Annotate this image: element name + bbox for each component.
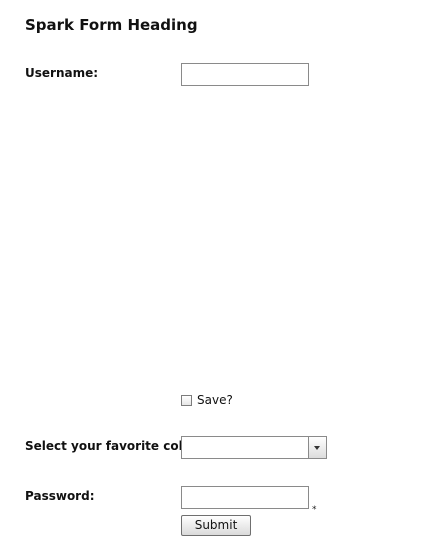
password-input[interactable] <box>181 486 309 509</box>
required-indicator: * <box>312 505 317 515</box>
username-input[interactable] <box>181 63 309 86</box>
submit-button[interactable]: Submit <box>181 515 251 536</box>
save-checkbox[interactable] <box>181 394 192 406</box>
form-heading: Spark Form Heading <box>25 16 198 34</box>
color-label: Select your favorite color <box>25 439 197 453</box>
password-label: Password: <box>25 489 95 503</box>
save-checkbox-label[interactable]: Save? <box>197 393 233 407</box>
chevron-down-icon <box>314 446 320 450</box>
save-checkbox-group[interactable]: Save? <box>181 393 233 407</box>
color-combobox-field[interactable] <box>182 437 309 458</box>
color-dropdown-button[interactable] <box>308 437 326 458</box>
color-combobox[interactable] <box>181 436 327 459</box>
spark-form: Spark Form Heading Username: Save? Selec… <box>0 0 446 556</box>
username-label: Username: <box>25 66 99 80</box>
